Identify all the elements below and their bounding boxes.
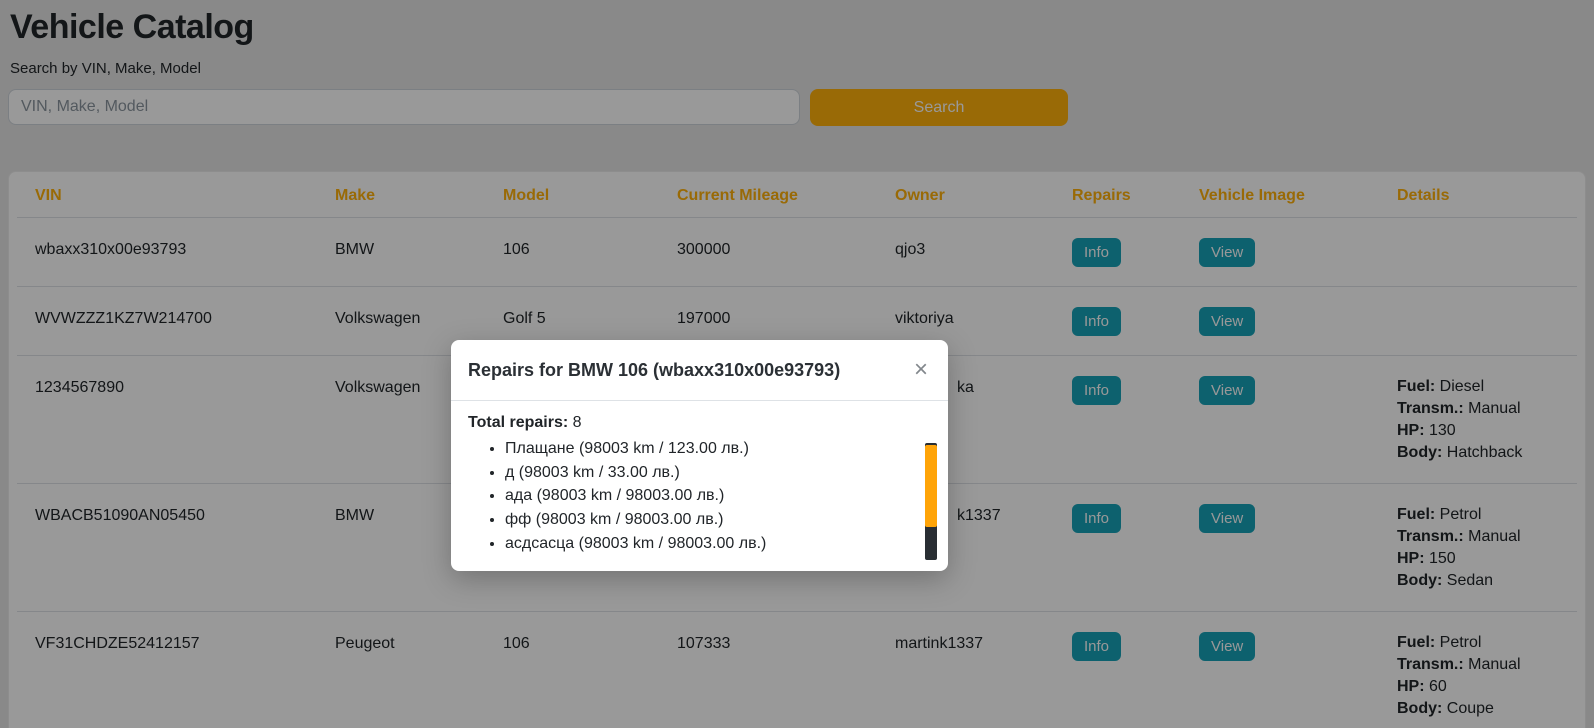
repairs-modal: Repairs for BMW 106 (wbaxx310x00e93793) …	[451, 340, 948, 571]
repair-item: д (98003 km / 33.00 лв.)	[505, 461, 931, 485]
modal-scrollbar[interactable]	[925, 443, 937, 560]
close-icon[interactable]: ×	[908, 358, 934, 382]
modal-header: Repairs for BMW 106 (wbaxx310x00e93793) …	[451, 340, 948, 401]
modal-scrollbar-thumb[interactable]	[925, 445, 937, 527]
modal-body: Total repairs: 8 Плащане (98003 km / 123…	[451, 401, 948, 571]
repair-item: Плащане (98003 km / 123.00 лв.)	[505, 437, 931, 461]
modal-title: Repairs for BMW 106 (wbaxx310x00e93793)	[468, 356, 840, 384]
repair-item: фф (98003 km / 98003.00 лв.)	[505, 508, 931, 532]
total-repairs-label: Total repairs:	[468, 414, 568, 431]
total-repairs-value: 8	[573, 414, 582, 431]
total-repairs-line: Total repairs: 8	[468, 411, 931, 435]
repairs-list: Плащане (98003 km / 123.00 лв.)д (98003 …	[468, 437, 931, 556]
repair-item: ада (98003 km / 98003.00 лв.)	[505, 484, 931, 508]
repair-item: асдсасца (98003 km / 98003.00 лв.)	[505, 532, 931, 556]
